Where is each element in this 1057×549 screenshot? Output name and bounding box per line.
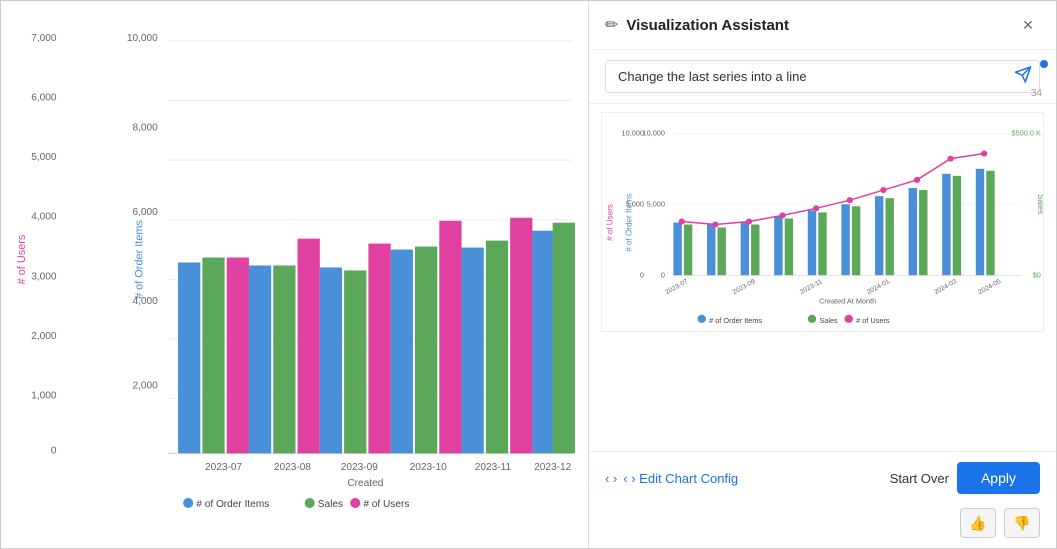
preview-chart: # of Users # of Order Items 10,000 5,000… (601, 112, 1044, 332)
notification-dot (1040, 60, 1048, 68)
svg-text:Created At Month: Created At Month (819, 297, 876, 306)
svg-text:# of Order Items: # of Order Items (196, 499, 269, 508)
thumbs-down-button[interactable]: 👎 (1004, 508, 1040, 538)
main-chart-area: # of Users # of Order Items 7,000 6,000 … (1, 1, 588, 548)
svg-text:$500.0 K: $500.0 K (1011, 128, 1041, 137)
preview-area: # of Users # of Order Items 10,000 5,000… (589, 104, 1056, 451)
svg-text:2024-03: 2024-03 (933, 278, 958, 296)
edit-config-label: ‹ › Edit Chart Config (623, 471, 738, 486)
prompt-row: 34 (589, 50, 1056, 104)
svg-text:1,000: 1,000 (31, 391, 57, 402)
svg-text:2024-05: 2024-05 (977, 278, 1002, 296)
svg-text:5,000: 5,000 (647, 199, 665, 208)
svg-text:2024-01: 2024-01 (866, 278, 891, 296)
start-over-button[interactable]: Start Over (890, 471, 949, 486)
prompt-input[interactable] (605, 60, 1040, 93)
svg-text:Created: Created (347, 478, 383, 489)
preview-svg: # of Users # of Order Items 10,000 5,000… (602, 113, 1043, 331)
viz-panel: ✏ Visualization Assistant × 34 # of User… (588, 1, 1056, 548)
svg-text:2023-08: 2023-08 (274, 462, 312, 473)
svg-text:4,000: 4,000 (133, 296, 159, 307)
svg-text:$0: $0 (1033, 270, 1041, 279)
send-icon (1014, 65, 1032, 83)
panel-header: ✏ Visualization Assistant × (589, 1, 1056, 50)
footer-right: Start Over Apply (890, 462, 1040, 494)
svg-text:7,000: 7,000 (31, 33, 57, 44)
svg-text:2023-09: 2023-09 (341, 462, 379, 473)
svg-text:0: 0 (51, 445, 57, 456)
svg-text:2023-07: 2023-07 (205, 462, 243, 473)
svg-text:6,000: 6,000 (31, 93, 57, 104)
svg-text:2023-11: 2023-11 (475, 462, 512, 473)
apply-button[interactable]: Apply (957, 462, 1040, 494)
svg-text:5,000: 5,000 (31, 152, 57, 163)
svg-text:2023-10: 2023-10 (410, 462, 448, 473)
close-button[interactable]: × (1016, 13, 1040, 37)
svg-text:2023-09: 2023-09 (731, 278, 756, 296)
char-count: 34 (1031, 88, 1042, 99)
svg-text:10,000: 10,000 (622, 128, 644, 137)
svg-text:# of Order Items: # of Order Items (709, 316, 762, 325)
svg-text:# of Users: # of Users (16, 234, 28, 284)
edit-config-button[interactable]: ‹ › ‹ › Edit Chart Config (605, 471, 738, 486)
svg-text:Sales: Sales (318, 499, 343, 508)
svg-text:# of Order Items: # of Order Items (134, 220, 146, 299)
svg-text:10,000: 10,000 (127, 33, 158, 44)
send-button[interactable] (1014, 65, 1032, 88)
svg-text:2023-11: 2023-11 (799, 278, 824, 296)
main-chart-svg: # of Users # of Order Items 7,000 6,000 … (11, 11, 578, 508)
magic-wand-icon: ✏ (605, 15, 618, 35)
svg-text:2,000: 2,000 (31, 331, 57, 342)
svg-text:2023-12: 2023-12 (534, 462, 572, 473)
feedback-row: 👍 👎 (589, 504, 1056, 548)
svg-text:2023-07: 2023-07 (664, 278, 689, 296)
svg-text:# of Users: # of Users (856, 316, 890, 325)
panel-footer: ‹ › ‹ › Edit Chart Config Start Over App… (589, 451, 1056, 504)
panel-title: Visualization Assistant (626, 17, 1008, 34)
svg-text:5,000: 5,000 (626, 199, 644, 208)
svg-text:Sales: Sales (819, 316, 838, 325)
svg-text:0: 0 (661, 270, 665, 279)
svg-text:8,000: 8,000 (133, 122, 159, 133)
svg-text:# of Users: # of Users (605, 204, 614, 241)
svg-text:10,000: 10,000 (643, 128, 665, 137)
svg-text:Sales: Sales (1036, 194, 1043, 214)
svg-text:2,000: 2,000 (133, 381, 159, 392)
svg-text:3,000: 3,000 (31, 271, 57, 282)
svg-text:6,000: 6,000 (133, 207, 159, 218)
svg-text:0: 0 (640, 270, 644, 279)
svg-text:4,000: 4,000 (31, 212, 57, 223)
code-brackets-icon: ‹ › (605, 471, 617, 486)
thumbs-up-button[interactable]: 👍 (960, 508, 996, 538)
svg-text:# of Users: # of Users (363, 499, 409, 508)
